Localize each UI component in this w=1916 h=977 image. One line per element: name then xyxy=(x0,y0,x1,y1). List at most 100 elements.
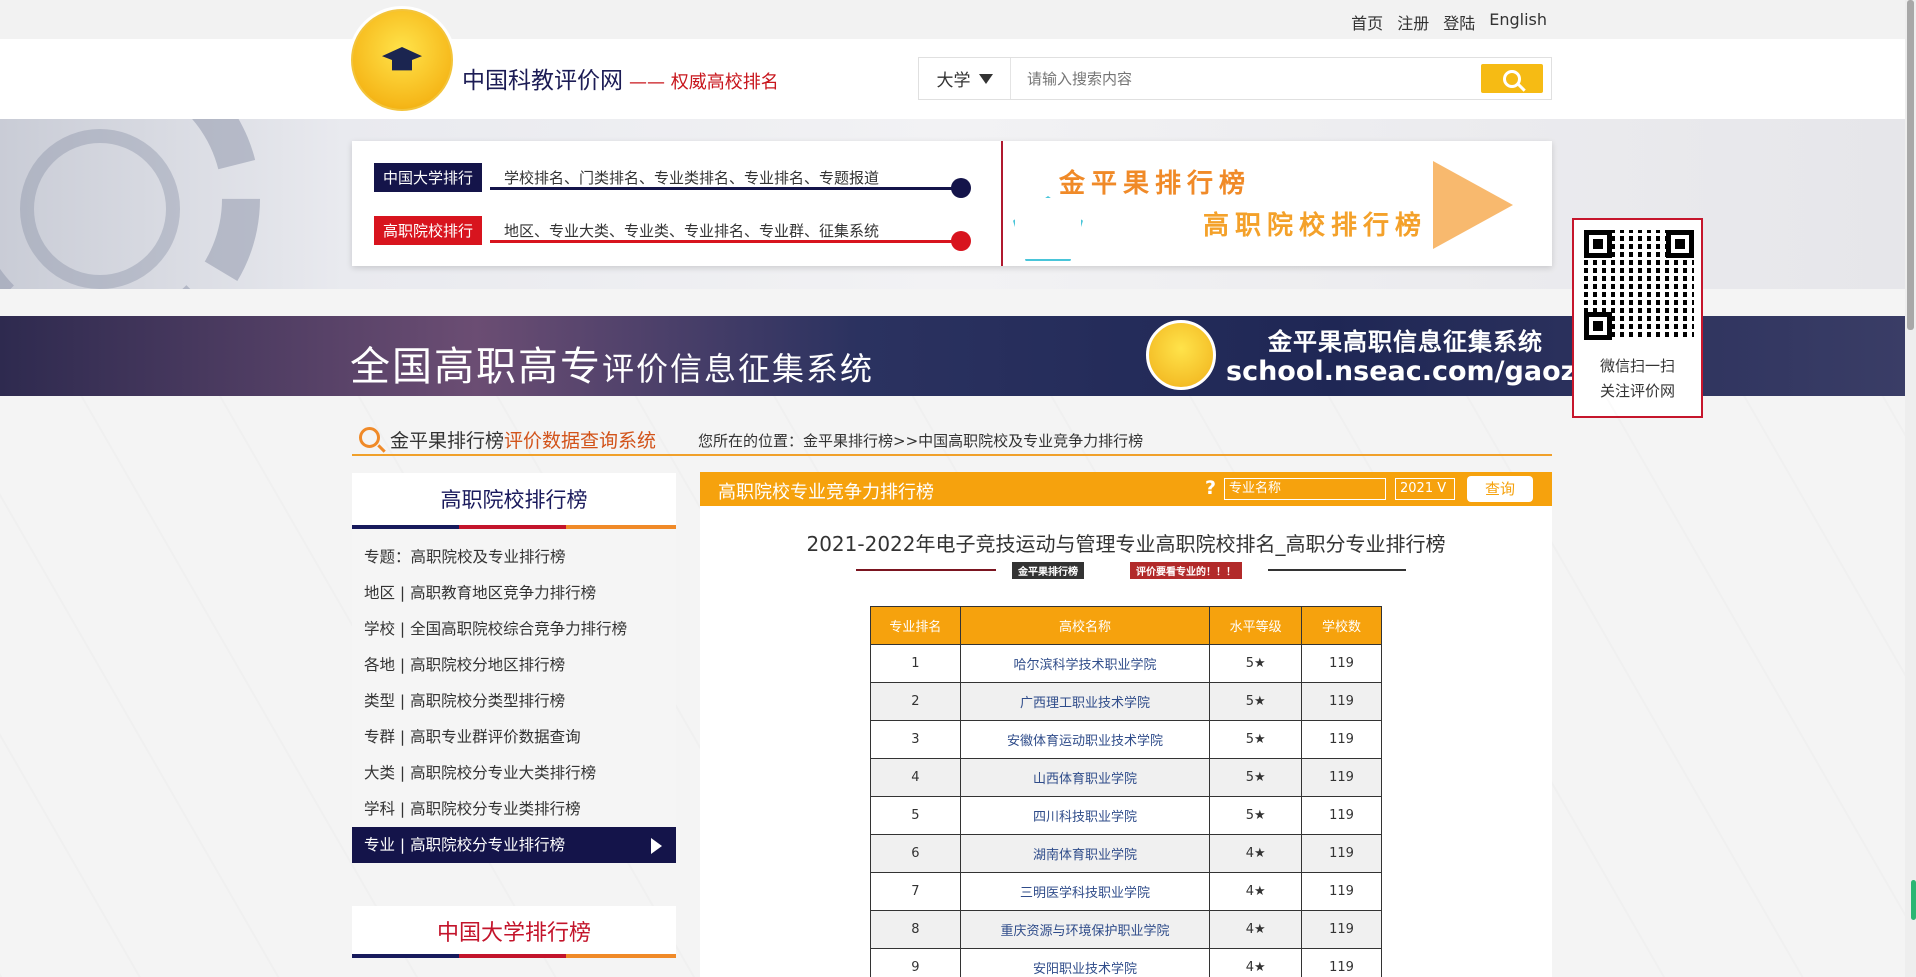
vocational-underline xyxy=(490,240,958,243)
level-cell: 4★ xyxy=(1209,910,1303,949)
top-links: 首页 注册 登陆 English xyxy=(1351,10,1547,34)
promo-title-2: 高职院校排行榜 xyxy=(1203,211,1428,241)
golden-apple-logo[interactable] xyxy=(351,9,453,111)
english-link[interactable]: English xyxy=(1489,10,1547,34)
table-row: 2 广西理工职业技术学院 5★ 119 xyxy=(870,682,1382,721)
scrollbar-thumb[interactable] xyxy=(1907,0,1914,330)
vocational-ranking-tag[interactable]: 高职院校排行 xyxy=(374,216,483,245)
level-cell: 5★ xyxy=(1209,644,1303,683)
search-bar: 大学 xyxy=(918,57,1552,100)
col-level: 水平等级 xyxy=(1209,606,1303,645)
sidebar-item-school[interactable]: 学校 | 全国高职院校综合竞争力排行榜 xyxy=(352,611,676,647)
banner-small-text: 评价信息征集系统 xyxy=(602,350,875,388)
qr-finder-icon xyxy=(1584,312,1612,340)
col-count: 学校数 xyxy=(1301,606,1382,645)
site-header: 中国科教评价网 —— 权威高校排名 大学 xyxy=(0,9,1905,119)
table-row: 5 四川科技职业学院 5★ 119 xyxy=(870,796,1382,835)
page-scrollbar[interactable] xyxy=(1905,0,1916,977)
sidebar-item-major-category[interactable]: 大类 | 高职院校分专业大类排行榜 xyxy=(352,755,676,791)
sidebar-item-major[interactable]: 专业 | 高职院校分专业排行榜 xyxy=(352,827,676,863)
count-cell: 119 xyxy=(1301,720,1382,759)
play-triangle-icon xyxy=(1433,161,1513,249)
university-dot xyxy=(951,178,971,198)
ranking-content: 高职院校专业竞争力排行榜 ? 专业名称 2021 V 查询 2021-2022年… xyxy=(700,472,1552,977)
table-row: 4 山西体育职业学院 5★ 119 xyxy=(870,758,1382,797)
hero-promo[interactable]: 金平果排行榜 高职院校排行榜 xyxy=(1003,141,1552,266)
title-tags: 金平果排行榜 评价要看专业的！！！ xyxy=(856,560,1406,579)
breadcrumb: 金平果排行榜评价数据查询系统 您所在的位置：金平果排行榜>>中国高职院校及专业竞… xyxy=(352,424,1552,456)
sidebar-color-bar-2 xyxy=(352,954,676,958)
rank-cell: 3 xyxy=(870,720,961,759)
university-ranking-links[interactable]: 学校排名、门类排名、专业类排名、专业排名、专题报道 xyxy=(504,167,879,188)
sidebar-item-type[interactable]: 类型 | 高职院校分类型排行榜 xyxy=(352,683,676,719)
query-button[interactable]: 查询 xyxy=(1467,476,1533,502)
school-link[interactable]: 安徽体育运动职业技术学院 xyxy=(959,720,1211,759)
qr-code-icon xyxy=(1584,230,1694,340)
search-button[interactable] xyxy=(1481,64,1543,93)
vocational-dot xyxy=(951,231,971,251)
banner-big-text: 全国高职高专 xyxy=(350,344,602,390)
university-ranking-tag[interactable]: 中国大学排行 xyxy=(374,163,483,192)
search-icon xyxy=(359,427,380,448)
rank-cell: 2 xyxy=(870,682,961,721)
table-header-row: 专业排名 高校名称 水平等级 学校数 xyxy=(870,606,1382,645)
school-link[interactable]: 湖南体育职业学院 xyxy=(959,834,1211,873)
level-cell: 5★ xyxy=(1209,720,1303,759)
hero-panel: 中国大学排行 学校排名、门类排名、专业类排名、专业排名、专题报道 高职院校排行 … xyxy=(352,141,1552,266)
sidebar-item-discipline[interactable]: 学科 | 高职院校分专业类排行榜 xyxy=(352,791,676,827)
gear-decoration-inner xyxy=(20,129,180,289)
register-link[interactable]: 注册 xyxy=(1397,10,1429,34)
content-header: 高职院校专业竞争力排行榜 ? 专业名称 2021 V 查询 xyxy=(700,472,1552,506)
sidebar-list: 专题：高职院校及专业排行榜 地区 | 高职教育地区竞争力排行榜 学校 | 全国高… xyxy=(352,529,676,863)
tag-line-left xyxy=(856,569,996,571)
count-cell: 119 xyxy=(1301,948,1382,977)
sidebar: 高职院校排行榜 专题：高职院校及专业排行榜 地区 | 高职教育地区竞争力排行榜 … xyxy=(352,473,676,863)
school-link[interactable]: 四川科技职业学院 xyxy=(959,796,1211,835)
brand-tagline: —— 权威高校排名 xyxy=(629,72,779,93)
sidebar-item-region[interactable]: 地区 | 高职教育地区竞争力排行榜 xyxy=(352,575,676,611)
home-link[interactable]: 首页 xyxy=(1351,10,1383,34)
count-cell: 119 xyxy=(1301,682,1382,721)
sidebar-university-title[interactable]: 中国大学排行榜 xyxy=(352,906,676,956)
sidebar-item-topic[interactable]: 专题：高职院校及专业排行榜 xyxy=(352,539,676,575)
major-name-input[interactable]: 专业名称 xyxy=(1224,478,1386,500)
search-icon xyxy=(1503,69,1521,88)
qr-finder-icon xyxy=(1584,230,1612,258)
breadcrumb-location[interactable]: 您所在的位置：金平果排行榜>>中国高职院校及专业竞争力排行榜 xyxy=(698,430,1143,451)
qr-caption-line1: 微信扫一扫 xyxy=(1599,357,1675,375)
table-row: 3 安徽体育运动职业技术学院 5★ 119 xyxy=(870,720,1382,759)
vocational-ranking-links[interactable]: 地区、专业大类、专业类、专业排名、专业群、征集系统 xyxy=(504,220,879,241)
school-link[interactable]: 重庆资源与环境保护职业学院 xyxy=(959,910,1211,949)
year-select[interactable]: 2021 V xyxy=(1395,478,1455,500)
login-link[interactable]: 登陆 xyxy=(1443,10,1475,34)
side-widget-tab[interactable] xyxy=(1911,880,1916,920)
qr-finder-icon xyxy=(1666,230,1694,258)
level-cell: 5★ xyxy=(1209,682,1303,721)
table-row: 1 哈尔滨科学技术职业学院 5★ 119 xyxy=(870,644,1382,683)
school-link[interactable]: 哈尔滨科学技术职业学院 xyxy=(959,644,1211,683)
slogan-tag: 评价要看专业的！！！ xyxy=(1130,562,1242,579)
level-cell: 4★ xyxy=(1209,872,1303,911)
help-icon[interactable]: ? xyxy=(1205,477,1216,499)
banner-right-url: school.nseac.com/gaozhi xyxy=(1226,356,1605,387)
school-link[interactable]: 山西体育职业学院 xyxy=(959,758,1211,797)
query-system-prefix: 金平果排行榜 xyxy=(390,430,505,452)
search-input[interactable] xyxy=(1011,58,1481,99)
sidebar-item-provinces[interactable]: 各地 | 高职院校分地区排行榜 xyxy=(352,647,676,683)
sidebar-title: 高职院校排行榜 xyxy=(352,473,676,525)
pentagon-decoration xyxy=(1013,196,1083,261)
count-cell: 119 xyxy=(1301,834,1382,873)
school-link[interactable]: 安阳职业技术学院 xyxy=(959,948,1211,977)
banner-logo xyxy=(1146,320,1216,390)
banner-left-text: 全国高职高专评价信息征集系统 xyxy=(350,334,874,392)
ranking-table: 专业排名 高校名称 水平等级 学校数 1 哈尔滨科学技术职业学院 5★ 119 2 广西… xyxy=(870,606,1382,977)
school-link[interactable]: 广西理工职业技术学院 xyxy=(959,682,1211,721)
site-brand[interactable]: 中国科教评价网 —— 权威高校排名 xyxy=(462,61,779,95)
rank-cell: 7 xyxy=(870,872,961,911)
brand-name: 中国科教评价网 xyxy=(462,68,623,94)
search-category-value: 大学 xyxy=(936,71,971,91)
search-category-select[interactable]: 大学 xyxy=(919,58,1011,99)
sidebar-item-major-group[interactable]: 专群 | 高职专业群评价数据查询 xyxy=(352,719,676,755)
query-system-title: 金平果排行榜评价数据查询系统 xyxy=(390,426,656,453)
school-link[interactable]: 三明医学科技职业学院 xyxy=(959,872,1211,911)
